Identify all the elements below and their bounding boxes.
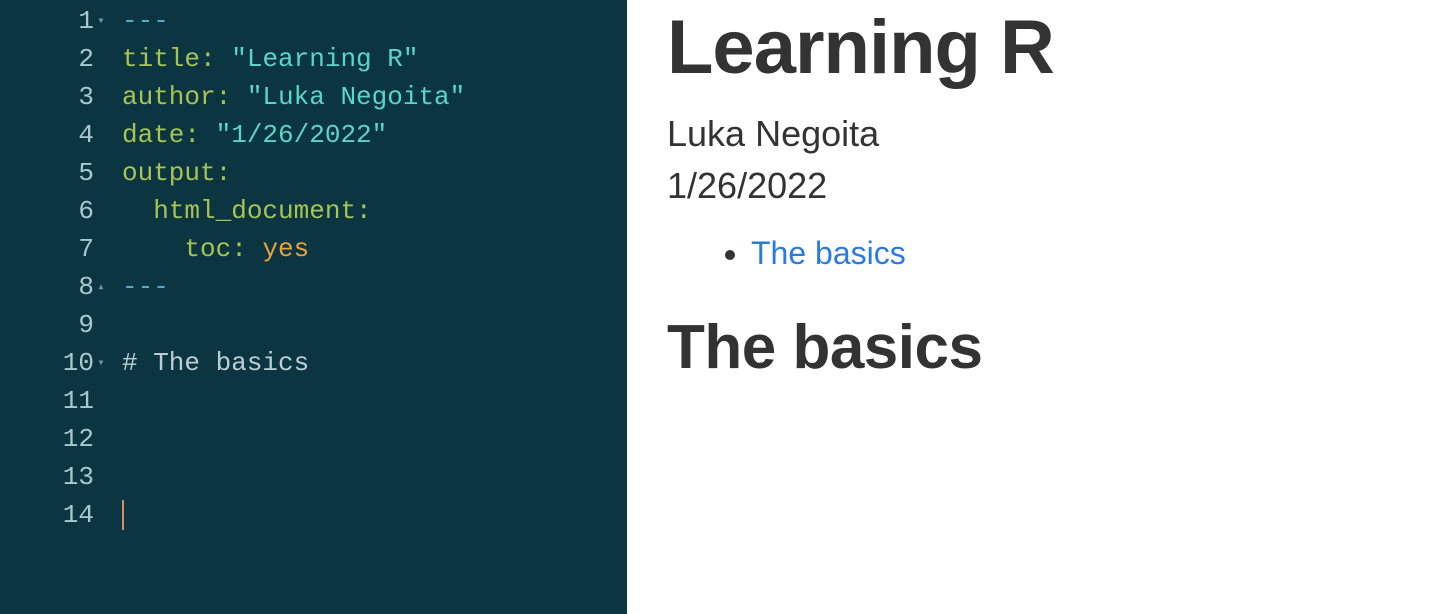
html-preview-pane: Learning R Luka Negoita 1/26/2022 The ba… [627, 0, 1454, 614]
toc-item: The basics [751, 235, 1414, 272]
line-number: 2 [0, 40, 94, 78]
line-number: 3 [0, 78, 94, 116]
code-line[interactable] [122, 496, 627, 534]
code-line[interactable]: toc: yes [122, 230, 627, 268]
table-of-contents: The basics [667, 235, 1414, 272]
line-number: 9 [0, 306, 94, 344]
line-number: 12 [0, 420, 94, 458]
code-area[interactable]: ---title: "Learning R"author: "Luka Nego… [100, 2, 627, 614]
line-number: 10▾ [0, 344, 94, 382]
line-number: 7 [0, 230, 94, 268]
code-line[interactable]: date: "1/26/2022" [122, 116, 627, 154]
line-number: 5 [0, 154, 94, 192]
line-number: 14 [0, 496, 94, 534]
line-number: 11 [0, 382, 94, 420]
toc-link[interactable]: The basics [751, 235, 906, 271]
preview-body: The basics [667, 312, 1414, 383]
code-line[interactable] [122, 382, 627, 420]
preview-author: Luka Negoita [667, 113, 1414, 155]
code-line[interactable] [122, 420, 627, 458]
code-line[interactable]: --- [122, 2, 627, 40]
preview-title: Learning R [667, 4, 1414, 91]
preview-heading: The basics [667, 312, 1414, 383]
code-line[interactable]: # The basics [122, 344, 627, 382]
line-number: 13 [0, 458, 94, 496]
line-number: 8▴ [0, 268, 94, 306]
preview-date: 1/26/2022 [667, 165, 1414, 207]
code-line[interactable]: --- [122, 268, 627, 306]
code-line[interactable]: html_document: [122, 192, 627, 230]
code-line[interactable] [122, 458, 627, 496]
text-cursor [122, 500, 124, 530]
line-number: 4 [0, 116, 94, 154]
line-number: 6 [0, 192, 94, 230]
code-line[interactable] [122, 306, 627, 344]
code-line[interactable]: title: "Learning R" [122, 40, 627, 78]
code-line[interactable]: author: "Luka Negoita" [122, 78, 627, 116]
code-line[interactable]: output: [122, 154, 627, 192]
code-editor-pane[interactable]: 1▾2345678▴910▾11121314 ---title: "Learni… [0, 0, 627, 614]
line-number-gutter: 1▾2345678▴910▾11121314 [0, 2, 100, 614]
line-number: 1▾ [0, 2, 94, 40]
